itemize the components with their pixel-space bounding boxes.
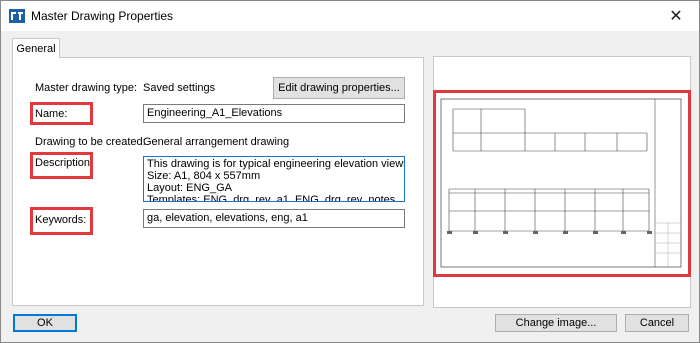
description-label: Description: — [35, 157, 94, 169]
drawing-preview-image — [435, 93, 687, 273]
description-line: Size: A1, 804 x 557mm — [147, 170, 261, 182]
keywords-field[interactable]: ga, elevation, elevations, eng, a1 — [143, 209, 405, 228]
drawing-to-be-created-value: General arrangement drawing — [143, 136, 290, 148]
tab-general[interactable]: General — [12, 38, 60, 58]
name-label: Name: — [35, 108, 68, 120]
dialog-window: Master Drawing Properties ✕ General Mast… — [0, 0, 700, 343]
description-line: Layout: ENG_GA — [147, 182, 232, 194]
close-icon[interactable]: ✕ — [653, 1, 699, 31]
edit-drawing-properties-button[interactable]: Edit drawing properties... — [273, 77, 405, 99]
change-image-button[interactable]: Change image... — [495, 314, 617, 332]
description-field[interactable]: This drawing is for typical engineering … — [143, 156, 405, 202]
master-type-label: Master drawing type: — [35, 82, 138, 94]
name-field[interactable]: Engineering_A1_Elevations — [143, 104, 405, 123]
description-line: Templates: ENG_drg_rev_a1, ENG_drg_rev_n… — [147, 194, 396, 202]
description-line: This drawing is for typical engineering … — [147, 158, 405, 170]
master-type-value: Saved settings — [143, 82, 216, 94]
window-title: Master Drawing Properties — [31, 9, 174, 23]
keywords-label: Keywords: — [35, 214, 87, 226]
title-bar: Master Drawing Properties ✕ — [1, 1, 699, 31]
app-icon — [9, 9, 25, 23]
ok-button[interactable]: OK — [13, 314, 77, 332]
drawing-to-be-created-label: Drawing to be created: — [35, 136, 146, 148]
cancel-button[interactable]: Cancel — [625, 314, 689, 332]
